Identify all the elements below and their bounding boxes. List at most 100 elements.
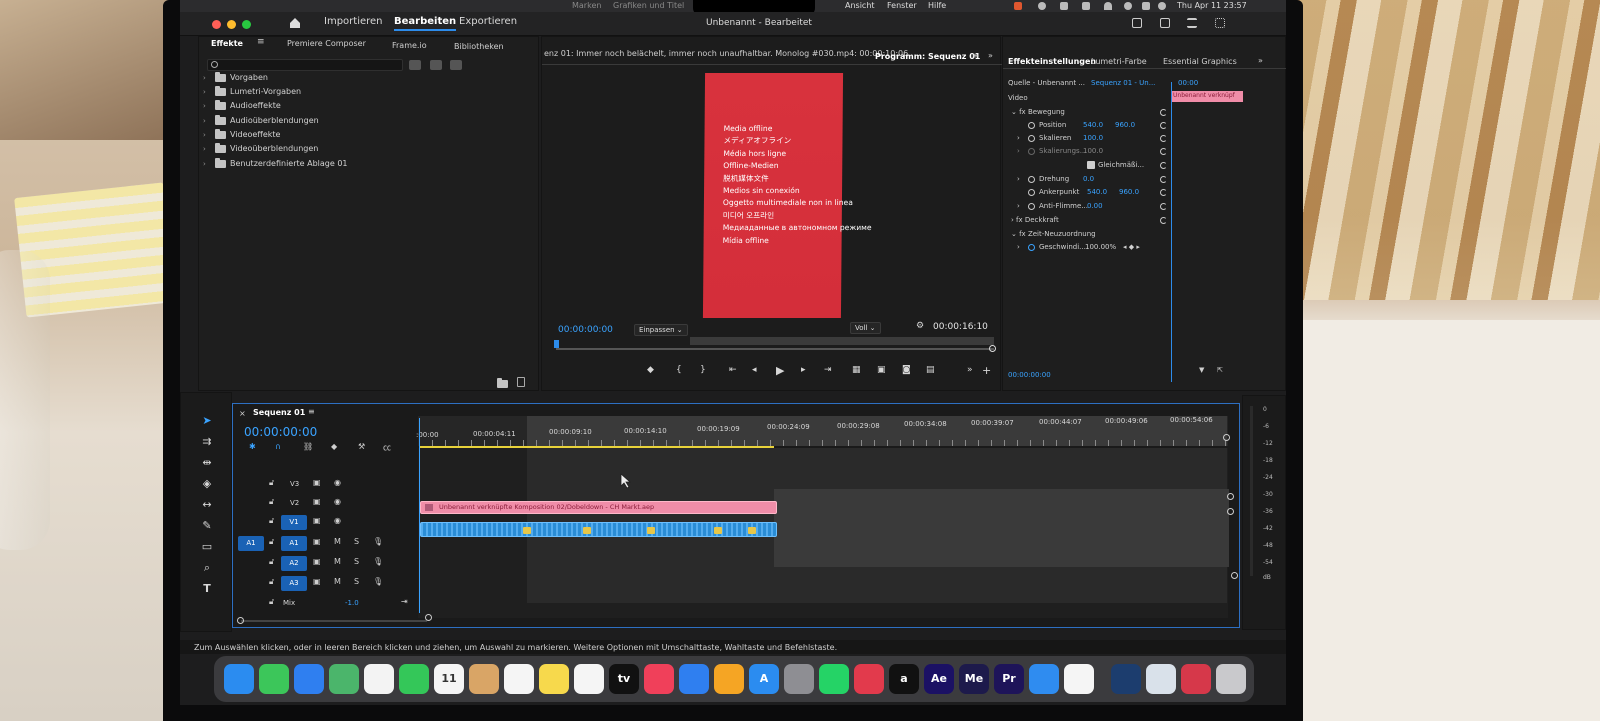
track-select-tool-icon[interactable]: ⇉ xyxy=(199,434,215,450)
panel-menu-icon[interactable]: ≡ xyxy=(308,407,315,416)
yuv-filter-icon[interactable] xyxy=(450,60,462,70)
scrubber-end-handle[interactable] xyxy=(989,345,996,352)
menu-clock[interactable]: Thu Apr 11 23:57 xyxy=(1177,1,1247,10)
lock-icon[interactable]: 🔓︎ xyxy=(269,516,274,526)
chevron-right-icon[interactable]: › xyxy=(1017,147,1020,159)
quality-dropdown[interactable]: Voll ⌄ xyxy=(850,322,881,334)
add-button-icon[interactable]: + xyxy=(982,364,991,377)
music-icon[interactable] xyxy=(644,664,674,694)
more-controls-icon[interactable]: » xyxy=(967,365,973,375)
timeline-h-scrollbar[interactable] xyxy=(241,620,427,622)
menu-grafiken-und-titel[interactable]: Grafiken und Titel xyxy=(613,1,684,10)
ec-clip-bar[interactable]: Unbenannt verknüpf xyxy=(1171,91,1243,102)
tree-item-audioeffekte[interactable]: › Audioeffekte xyxy=(203,99,281,112)
mode-bearbeiten[interactable]: Bearbeiten xyxy=(394,16,457,31)
reset-icon[interactable] xyxy=(1160,217,1167,224)
fullscreen-icon[interactable] xyxy=(1215,18,1225,28)
effects-search-input[interactable] xyxy=(207,59,403,71)
spotlight-icon[interactable] xyxy=(1124,2,1132,10)
pages-icon[interactable] xyxy=(714,664,744,694)
sync-lock-icon[interactable]: ▣ xyxy=(313,577,321,586)
close-window-button[interactable] xyxy=(212,20,221,29)
eye-icon[interactable]: ◉ xyxy=(334,516,341,525)
go-to-end-icon[interactable]: ⇥ xyxy=(401,597,408,606)
creative-cloud-menu-icon[interactable] xyxy=(1014,2,1022,10)
play-button[interactable]: ▶ xyxy=(776,364,784,377)
mix-value[interactable]: -1.0 xyxy=(345,599,359,607)
mark-out-button[interactable]: } xyxy=(700,365,706,375)
contacts-icon[interactable] xyxy=(469,664,499,694)
antiflicker-value[interactable]: 0.00 xyxy=(1087,202,1103,210)
reset-icon[interactable] xyxy=(1160,148,1167,155)
hand-tool-icon[interactable]: ⌕ xyxy=(199,560,215,576)
video-clip[interactable]: Unbenannt verknüpfte Komposition 02/Dobe… xyxy=(420,501,777,514)
photos-icon[interactable] xyxy=(364,664,394,694)
selection-tool-icon[interactable]: ➤ xyxy=(199,413,215,429)
step-forward-button[interactable]: ▸ xyxy=(801,365,806,375)
nest-icon[interactable]: ✱ xyxy=(249,442,256,451)
notes-icon[interactable] xyxy=(539,664,569,694)
tree-item-audioueberblendungen[interactable]: › Audioüberblendungen xyxy=(203,114,319,127)
finder-icon[interactable] xyxy=(224,664,254,694)
tab-bibliotheken[interactable]: Bibliotheken xyxy=(454,42,504,51)
microphone-icon[interactable]: 🎙︎ xyxy=(373,537,383,546)
mark-in-button[interactable]: { xyxy=(676,365,682,375)
creative-cloud-icon[interactable] xyxy=(854,664,884,694)
marker-icon[interactable]: ◆ xyxy=(647,365,654,375)
more-panels-icon[interactable]: » xyxy=(1258,56,1263,65)
reset-icon[interactable] xyxy=(1160,135,1167,142)
lock-icon[interactable]: 🔓︎ xyxy=(269,597,274,607)
anchor-y-value[interactable]: 960.0 xyxy=(1119,188,1139,196)
sync-lock-icon[interactable]: ▣ xyxy=(313,516,321,525)
mute-button[interactable]: M xyxy=(334,577,341,586)
program-current-timecode[interactable]: 00:00:00:00 xyxy=(558,325,613,335)
anchor-x-value[interactable]: 540.0 xyxy=(1087,188,1107,196)
tree-item-vorgaben[interactable]: › Vorgaben xyxy=(203,71,268,84)
chevron-right-icon[interactable]: › xyxy=(1017,134,1020,146)
captions-icon[interactable]: ㏄ xyxy=(383,442,391,453)
capcut-icon[interactable] xyxy=(1064,664,1094,694)
quicktime-icon[interactable] xyxy=(1111,664,1141,694)
solo-button[interactable]: S xyxy=(354,577,359,586)
chevron-right-icon[interactable]: › xyxy=(1017,243,1020,255)
compare-button[interactable]: ▤ xyxy=(926,365,935,375)
stopwatch-icon[interactable] xyxy=(1028,203,1035,210)
v-scroll-handle[interactable] xyxy=(1227,508,1234,515)
lock-icon[interactable]: 🔓︎ xyxy=(269,557,274,567)
tab-effekte[interactable]: Effekte xyxy=(211,39,243,48)
tab-essential-graphics[interactable]: Essential Graphics xyxy=(1163,57,1237,66)
more-panels-icon[interactable]: » xyxy=(988,51,993,60)
track-target-a1[interactable]: A1 xyxy=(281,536,307,551)
sync-lock-icon[interactable]: ▣ xyxy=(313,478,321,487)
track-target-a3[interactable]: A3 xyxy=(281,576,307,591)
premiere-pro-icon[interactable]: Pr xyxy=(994,664,1024,694)
chevron-right-icon[interactable]: › xyxy=(1017,202,1020,214)
fx-deckkraft[interactable]: › fx Deckkraft xyxy=(1011,216,1059,228)
reset-icon[interactable] xyxy=(1160,189,1167,196)
type-tool-icon[interactable]: T xyxy=(199,581,215,597)
stopwatch-icon[interactable] xyxy=(1028,176,1035,183)
tv-icon[interactable]: tv xyxy=(609,664,639,694)
settings-wrench-icon[interactable]: ⚒ xyxy=(358,442,365,451)
home-icon[interactable] xyxy=(288,16,302,30)
keyframe-nav-icon[interactable]: ◂ ◆ ▸ xyxy=(1123,243,1140,255)
media-encoder-icon[interactable]: Me xyxy=(959,664,989,694)
after-effects-icon[interactable]: Ae xyxy=(924,664,954,694)
trash-icon[interactable] xyxy=(517,377,525,387)
fx-zeit-neuzuordnung[interactable]: ⌄ fx Zeit-Neuzuordnung xyxy=(1011,230,1096,242)
rectangle-tool-icon[interactable]: ▭ xyxy=(199,539,215,555)
reset-icon[interactable] xyxy=(1160,109,1167,116)
menu-marken[interactable]: Marken xyxy=(572,1,601,10)
uniform-scale-checkbox[interactable] xyxy=(1087,161,1095,169)
tree-item-benutzerdefinierte-ablage[interactable]: › Benutzerdefinierte Ablage 01 xyxy=(203,157,348,170)
tab-lumetri-farbe[interactable]: Lumetri-Farbe xyxy=(1091,57,1147,66)
add-marker-icon[interactable]: ◆ xyxy=(331,442,337,451)
tree-item-videoueberblendungen[interactable]: › Videoüberblendungen xyxy=(203,142,318,155)
lock-icon[interactable]: 🔓︎ xyxy=(269,497,274,507)
tab-premiere-composer[interactable]: Premiere Composer xyxy=(287,39,366,48)
zoom-window-button[interactable] xyxy=(242,20,251,29)
sequence-clip-label[interactable]: Sequenz 01 - Un... xyxy=(1091,79,1155,91)
mode-importieren[interactable]: Importieren xyxy=(324,16,383,27)
mute-button[interactable]: M xyxy=(334,537,341,546)
reset-icon[interactable] xyxy=(1160,203,1167,210)
